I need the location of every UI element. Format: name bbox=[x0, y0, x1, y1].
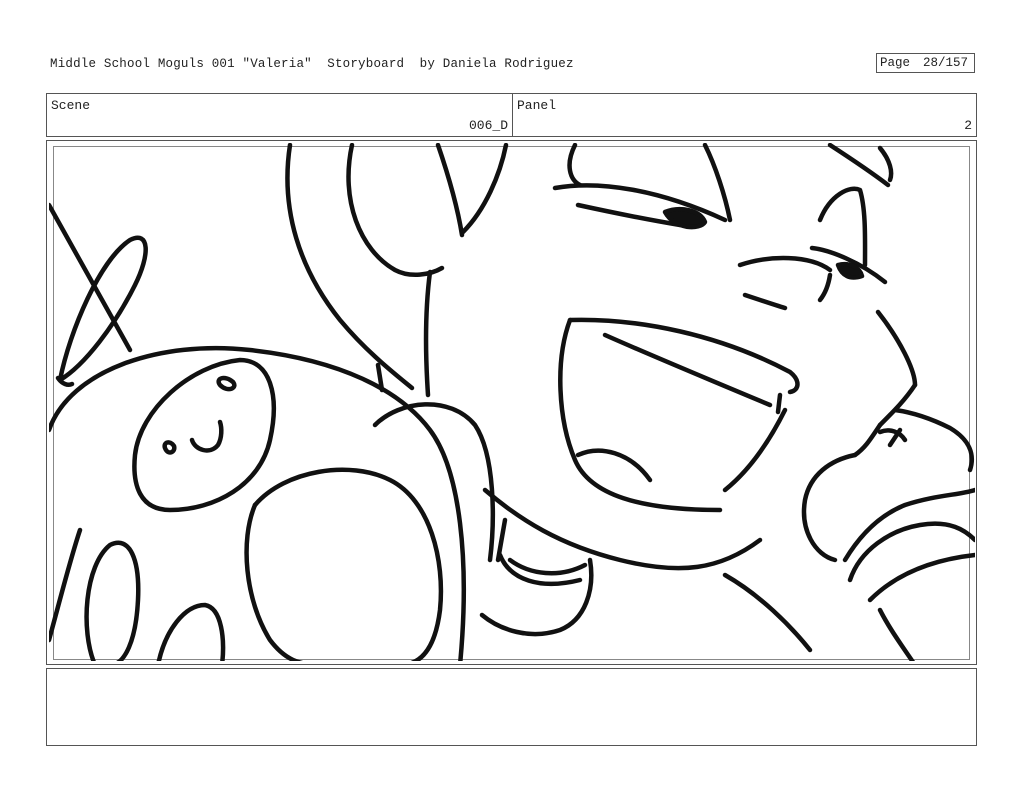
notes-box bbox=[46, 668, 977, 746]
